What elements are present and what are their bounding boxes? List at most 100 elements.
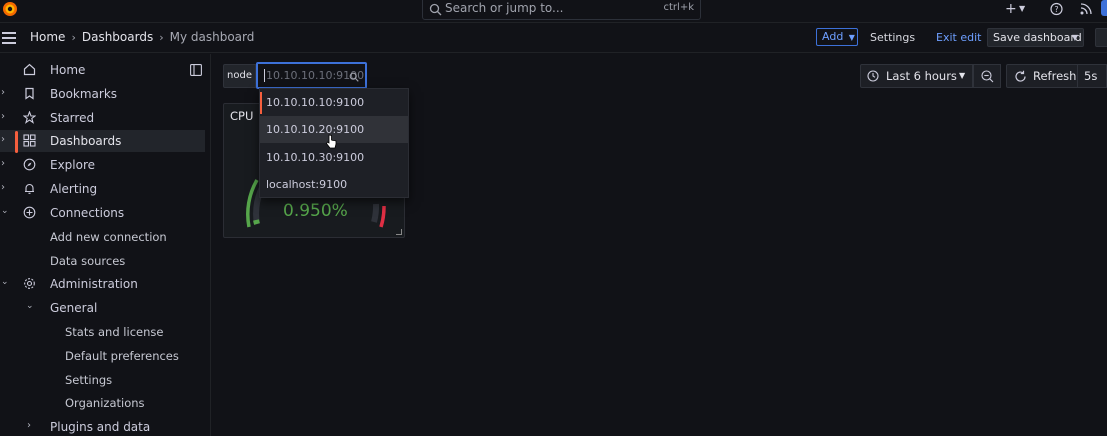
search-icon bbox=[429, 3, 442, 16]
chevron-right-icon[interactable]: › bbox=[1, 134, 5, 145]
chevron-down-icon[interactable]: ⌄ bbox=[1, 206, 9, 216]
chevron-down-icon: ▼ bbox=[959, 71, 966, 80]
sidebar-item-administration[interactable]: ⌄ Administration bbox=[0, 273, 205, 295]
resize-handle-icon[interactable] bbox=[396, 229, 402, 235]
breadcrumb-current: My dashboard bbox=[169, 30, 255, 44]
selected-indicator bbox=[260, 92, 262, 114]
time-range-label: Last 6 hours bbox=[886, 69, 957, 83]
sidebar-item-explore[interactable]: › Explore bbox=[0, 154, 205, 176]
sidebar-item-connections[interactable]: ⌄ Connections bbox=[0, 202, 205, 224]
sidebar-item-alerting[interactable]: › Alerting bbox=[0, 178, 205, 200]
chevron-down-icon[interactable]: ▼ bbox=[1072, 29, 1078, 46]
sidebar-item-home[interactable]: Home bbox=[0, 59, 205, 81]
chevron-right-icon[interactable]: › bbox=[27, 420, 31, 431]
sidebar: Home › Bookmarks › Starred › Dashboards … bbox=[0, 54, 211, 436]
sidebar-item-label: Explore bbox=[50, 158, 96, 172]
chevron-right-icon[interactable]: › bbox=[1, 158, 5, 169]
menu-icon[interactable] bbox=[2, 32, 16, 44]
search-icon bbox=[349, 72, 359, 82]
sidebar-item-stats-and-license[interactable]: Stats and license bbox=[65, 325, 163, 339]
refresh-button[interactable]: Refresh bbox=[1006, 64, 1078, 88]
variable-option-label: 10.10.10.20:9100 bbox=[266, 123, 365, 136]
sidebar-item-organizations[interactable]: Organizations bbox=[65, 396, 145, 410]
cog-icon bbox=[24, 278, 35, 289]
search-bar[interactable]: Search or jump to... ctrl+k bbox=[422, 0, 701, 20]
chevron-down-icon: ▼ bbox=[848, 33, 855, 42]
profile-avatar[interactable] bbox=[1101, 0, 1107, 16]
refresh-icon bbox=[1015, 70, 1026, 82]
top-bar: Search or jump to... ctrl+k + ▼ ? bbox=[0, 0, 1107, 22]
zoom-out-button[interactable] bbox=[973, 64, 1001, 88]
chevron-down-icon[interactable]: ⌄ bbox=[1, 277, 9, 287]
refresh-interval-label: 5s bbox=[1084, 69, 1098, 83]
gauge-value: 0.950% bbox=[283, 201, 348, 221]
sidebar-item-default-preferences[interactable]: Default preferences bbox=[65, 349, 179, 363]
help-icon[interactable]: ? bbox=[1050, 1, 1063, 17]
sidebar-item-plugins-and-data[interactable]: › Plugins and data bbox=[0, 416, 205, 436]
clock-icon bbox=[867, 70, 879, 82]
chevron-right-icon[interactable]: › bbox=[1, 111, 5, 122]
apps-icon bbox=[23, 134, 36, 147]
search-placeholder: Search or jump to... bbox=[445, 1, 564, 15]
star-icon bbox=[23, 111, 36, 124]
variable-option[interactable]: localhost:9100 bbox=[260, 171, 408, 198]
refresh-label: Refresh bbox=[1033, 69, 1077, 83]
sidebar-item-label: Plugins and data bbox=[50, 420, 151, 434]
variable-option-label: localhost:9100 bbox=[266, 178, 348, 191]
breadcrumb-separator-icon: › bbox=[71, 30, 76, 44]
add-button-label: Add bbox=[822, 30, 844, 43]
breadcrumb-dashboards[interactable]: Dashboards bbox=[82, 30, 153, 44]
news-icon[interactable] bbox=[1080, 1, 1092, 17]
sidebar-item-data-sources[interactable]: Data sources bbox=[50, 254, 125, 268]
variable-option-label: 10.10.10.10:9100 bbox=[266, 96, 365, 109]
add-button[interactable]: Add ▼ bbox=[816, 28, 858, 46]
exit-edit-button[interactable]: Exit edit bbox=[936, 31, 981, 44]
settings-button[interactable]: Settings bbox=[870, 31, 915, 44]
chevron-right-icon[interactable]: › bbox=[1, 87, 5, 98]
time-range-picker[interactable]: Last 6 hours ▼ bbox=[860, 64, 973, 88]
text-caret bbox=[264, 69, 265, 82]
bookmark-icon bbox=[25, 87, 34, 100]
breadcrumb: Home › Dashboards › My dashboard bbox=[30, 30, 254, 44]
sidebar-item-general[interactable]: ⌄ General bbox=[0, 297, 205, 319]
home-icon bbox=[23, 63, 36, 76]
active-indicator bbox=[15, 131, 18, 153]
sidebar-item-label: Dashboards bbox=[50, 134, 122, 148]
connections-icon bbox=[23, 206, 36, 219]
sidebar-item-label: Administration bbox=[50, 277, 138, 291]
sidebar-item-settings[interactable]: Settings bbox=[65, 373, 112, 387]
svg-text:?: ? bbox=[1054, 5, 1058, 14]
refresh-interval-picker[interactable]: 5s bbox=[1078, 64, 1107, 88]
gauge-value-arc bbox=[253, 219, 260, 225]
search-shortcut: ctrl+k bbox=[663, 2, 694, 13]
sidebar-item-label: General bbox=[50, 301, 98, 315]
compass-icon bbox=[23, 158, 36, 171]
chevron-down-icon[interactable]: ⌄ bbox=[26, 301, 34, 311]
dashboard-toolbar: Home › Dashboards › My dashboard Add ▼ S… bbox=[0, 22, 1107, 53]
chevron-right-icon[interactable]: › bbox=[1, 182, 5, 193]
variable-input[interactable]: 10.10.10.10:9100 bbox=[256, 62, 367, 89]
sidebar-item-label: Home bbox=[50, 63, 86, 77]
sidebar-item-starred[interactable]: › Starred bbox=[0, 107, 205, 129]
variable-option[interactable]: 10.10.10.10:9100 bbox=[260, 89, 408, 116]
mouse-pointer-icon bbox=[326, 134, 337, 149]
chevron-down-icon[interactable]: ▼ bbox=[1019, 4, 1025, 20]
gauge-threshold-red bbox=[379, 205, 386, 228]
sidebar-item-label: Bookmarks bbox=[50, 87, 118, 101]
zoom-out-icon bbox=[981, 70, 994, 83]
sidebar-item-add-new-connection[interactable]: Add new connection bbox=[50, 230, 167, 244]
sidebar-item-label: Alerting bbox=[50, 182, 98, 196]
panel-toggle-button[interactable] bbox=[1095, 28, 1107, 47]
gauge-track-right bbox=[371, 203, 380, 223]
save-dashboard-label: Save dashboard bbox=[993, 31, 1082, 44]
breadcrumb-separator-icon: › bbox=[159, 30, 164, 44]
breadcrumb-home[interactable]: Home bbox=[30, 30, 65, 44]
grafana-logo-icon[interactable] bbox=[2, 1, 18, 17]
sidebar-item-bookmarks[interactable]: › Bookmarks bbox=[0, 83, 205, 105]
sidebar-item-label: Starred bbox=[50, 111, 95, 125]
plus-icon[interactable]: + bbox=[1005, 1, 1017, 17]
save-dashboard-button[interactable]: Save dashboard ▼ bbox=[987, 28, 1084, 47]
variable-option-label: 10.10.10.30:9100 bbox=[266, 151, 365, 164]
variable-label: node bbox=[223, 64, 256, 88]
sidebar-item-dashboards[interactable]: › Dashboards bbox=[0, 130, 205, 153]
